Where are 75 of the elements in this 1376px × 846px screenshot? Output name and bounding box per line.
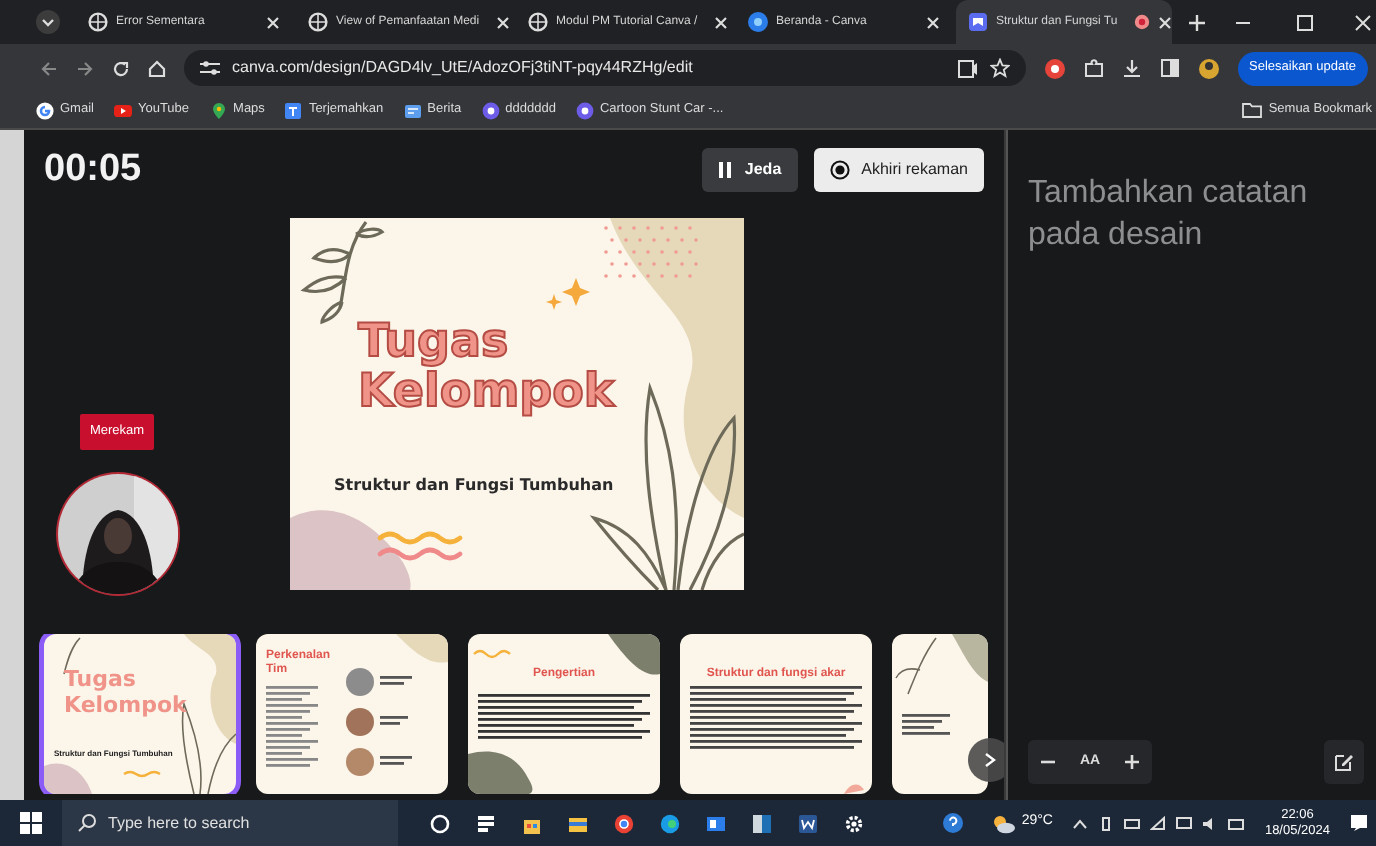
- profile-icon[interactable]: [1197, 57, 1219, 79]
- blob-shape: [290, 510, 411, 590]
- globe-icon: [36, 101, 54, 119]
- translate-icon: [284, 101, 303, 119]
- news-icon: [403, 101, 422, 119]
- search-icon: [78, 814, 96, 832]
- site-settings-icon: [200, 60, 220, 76]
- star-icon[interactable]: [989, 58, 1009, 78]
- globe-icon: [528, 12, 548, 32]
- slide-title-line: Kelompok: [358, 368, 615, 420]
- help-icon[interactable]: [941, 812, 964, 834]
- home-icon[interactable]: [148, 59, 166, 77]
- thumbnail-title: Tugas Kelompok: [64, 666, 189, 719]
- wave-drawing: [377, 531, 463, 561]
- browser-icon[interactable]: [660, 813, 680, 833]
- recording-timer: 00:05: [44, 145, 142, 194]
- browser-icon[interactable]: [614, 813, 634, 833]
- url-text: canva.com/design/DAGD4lv_UtE/AdozOFj3tiNT-pqy44RZHg/edit: [232, 56, 695, 80]
- document-icon[interactable]: [798, 813, 818, 833]
- cloud-sun-icon: [991, 813, 1016, 833]
- forward-arrow-icon[interactable]: [76, 59, 94, 77]
- slide-preview-drawing: [895, 634, 988, 735]
- chevron-right-icon: [984, 752, 996, 768]
- globe-icon: [308, 12, 328, 32]
- task-view-icon[interactable]: [430, 813, 450, 833]
- settings-icon[interactable]: [844, 813, 864, 833]
- circle-icon: [575, 101, 594, 119]
- download-icon[interactable]: [1121, 58, 1141, 78]
- edit-icon: [1334, 752, 1354, 772]
- play-icon: [113, 101, 132, 119]
- app-icon[interactable]: [752, 813, 772, 833]
- start-icon[interactable]: [20, 812, 42, 834]
- sparkle-icon: [546, 278, 590, 310]
- search-placeholder: Type here to search: [108, 811, 250, 835]
- chevron-up-icon[interactable]: [1072, 815, 1089, 831]
- notes-placeholder[interactable]: Tambahkan catatan pada desain: [1028, 174, 1348, 258]
- map-pin-icon: [209, 101, 228, 119]
- slide-subtitle: Struktur dan Fungsi Tumbuhan: [334, 474, 614, 498]
- side-panel-icon[interactable]: [1159, 58, 1179, 78]
- slide-title-line: Tugas: [358, 318, 511, 369]
- circle-icon: [481, 101, 500, 119]
- end-recording-button[interactable]: Akhiri rekaman: [813, 148, 984, 192]
- back-arrow-icon[interactable]: [40, 59, 58, 77]
- folder-icon[interactable]: [568, 813, 588, 833]
- close-icon[interactable]: [266, 15, 280, 29]
- address-field[interactable]: canva.com/design/DAGD4lv_UtE/AdozOFj3tiNT-pqy44RZHg/edit: [184, 50, 1025, 86]
- tab-search-icon[interactable]: [36, 10, 60, 34]
- app-icon[interactable]: [706, 813, 726, 833]
- close-icon[interactable]: [495, 15, 510, 29]
- pause-button[interactable]: Jeda: [702, 148, 798, 192]
- leaf-branch-drawing: [302, 221, 384, 324]
- slide-thumbnail[interactable]: [892, 634, 988, 794]
- close-icon[interactable]: [926, 15, 940, 29]
- close-icon[interactable]: [713, 15, 728, 29]
- close-icon[interactable]: [1157, 15, 1172, 29]
- globe-icon: [88, 12, 108, 32]
- folder-icon: [1242, 102, 1263, 118]
- plus-icon: [1124, 754, 1140, 770]
- close-icon[interactable]: [1354, 13, 1372, 31]
- new-tab-icon[interactable]: [1188, 13, 1206, 31]
- cast-icon: [957, 59, 977, 77]
- edit-button[interactable]: [1324, 740, 1364, 784]
- stop-record-icon: [829, 160, 850, 180]
- taskbar-search-field[interactable]: Type here to search: [62, 800, 398, 846]
- disc-icon: [748, 12, 768, 32]
- display-icon[interactable]: [1176, 815, 1193, 831]
- reload-icon[interactable]: [112, 59, 130, 77]
- notification-icon[interactable]: [1350, 814, 1368, 832]
- maximize-icon[interactable]: [1296, 13, 1314, 31]
- widgets-icon[interactable]: [476, 813, 496, 833]
- extension-icon[interactable]: [1043, 57, 1065, 79]
- recording-icon: [1133, 14, 1150, 30]
- bookmark-icon: [968, 12, 988, 32]
- pause-icon: [718, 162, 733, 178]
- dot-pattern: [604, 226, 698, 278]
